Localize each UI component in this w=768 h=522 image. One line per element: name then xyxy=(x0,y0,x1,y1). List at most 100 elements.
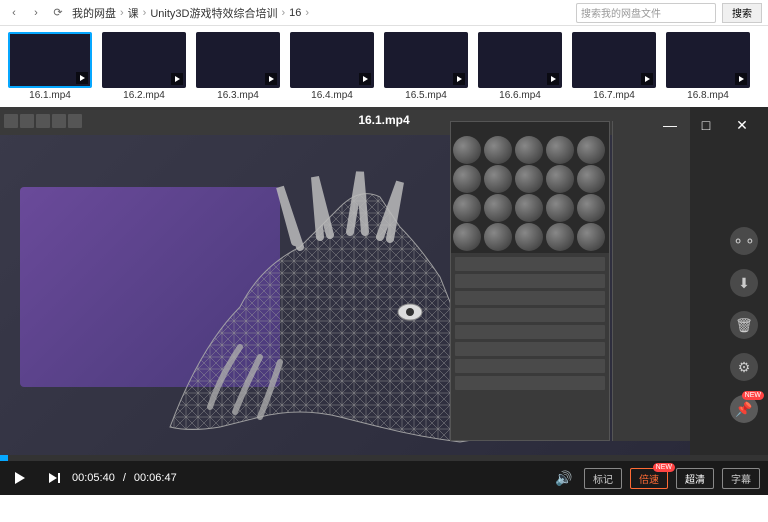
material-slot xyxy=(515,194,543,222)
play-icon xyxy=(171,73,183,85)
video-title: 16.1.mp4 xyxy=(358,113,409,127)
volume-button[interactable]: 🔊 xyxy=(552,466,576,490)
search-input[interactable]: 搜索我的网盘文件 xyxy=(576,3,716,23)
thumb-label: 16.5.mp4 xyxy=(405,90,447,101)
toolbar-icon xyxy=(52,114,66,128)
thumbnail-4[interactable]: 16.4.mp4 xyxy=(288,32,376,101)
time-sep: / xyxy=(123,472,126,484)
thumbnail-row: 16.1.mp4 16.2.mp4 16.3.mp4 16.4.mp4 16.5.mp4… xyxy=(0,26,768,107)
subtitle-button[interactable]: 字幕 xyxy=(722,468,760,489)
minimize-button[interactable]: — xyxy=(660,115,680,135)
refresh-button[interactable]: ⟳ xyxy=(50,5,66,21)
material-editor-panel xyxy=(450,121,610,441)
param-row xyxy=(455,359,605,373)
play-icon xyxy=(359,73,371,85)
thumb-label: 16.3.mp4 xyxy=(217,90,259,101)
material-slot xyxy=(484,194,512,222)
breadcrumb: 我的网盘 › 课 › Unity3D游戏特效综合培训 › 16 › xyxy=(72,5,570,21)
thumb-image xyxy=(384,32,468,88)
thumb-image xyxy=(102,32,186,88)
material-slot xyxy=(577,194,605,222)
back-button[interactable]: ‹ xyxy=(6,5,22,21)
crumb-3[interactable]: 16 xyxy=(289,7,301,19)
thumb-image xyxy=(478,32,562,88)
material-slot xyxy=(546,136,574,164)
quality-button[interactable]: 超清 xyxy=(676,468,714,489)
play-icon xyxy=(265,73,277,85)
speed-button[interactable]: 倍速NEW xyxy=(630,468,668,489)
thumb-label: 16.6.mp4 xyxy=(499,90,541,101)
thumb-label: 16.1.mp4 xyxy=(29,90,71,101)
material-slot xyxy=(546,223,574,251)
next-button[interactable] xyxy=(40,466,64,490)
material-slot xyxy=(515,136,543,164)
settings-button[interactable]: ⚙ xyxy=(730,353,758,381)
material-slot xyxy=(453,223,481,251)
close-button[interactable]: ✕ xyxy=(732,115,752,135)
material-slot xyxy=(453,136,481,164)
crumb-2[interactable]: Unity3D游戏特效综合培训 xyxy=(150,5,277,21)
play-icon xyxy=(76,72,88,84)
thumbnail-2[interactable]: 16.2.mp4 xyxy=(100,32,188,101)
thumb-label: 16.2.mp4 xyxy=(123,90,165,101)
play-icon xyxy=(547,73,559,85)
material-slot xyxy=(515,223,543,251)
thumb-label: 16.7.mp4 xyxy=(593,90,635,101)
material-slot xyxy=(546,165,574,193)
new-badge: NEW xyxy=(653,463,675,472)
material-slot xyxy=(484,223,512,251)
material-slot xyxy=(577,136,605,164)
material-slot xyxy=(453,194,481,222)
thumb-label: 16.8.mp4 xyxy=(687,90,729,101)
thumb-label: 16.4.mp4 xyxy=(311,90,353,101)
play-icon xyxy=(641,73,653,85)
crumb-1[interactable]: 课 xyxy=(128,5,139,21)
thumbnail-3[interactable]: 16.3.mp4 xyxy=(194,32,282,101)
param-row xyxy=(455,308,605,322)
thumbnail-8[interactable]: 16.8.mp4 xyxy=(664,32,752,101)
forward-button[interactable]: › xyxy=(28,5,44,21)
search-button[interactable]: 搜索 xyxy=(722,3,762,23)
material-slot xyxy=(484,165,512,193)
thumbnail-6[interactable]: 16.6.mp4 xyxy=(476,32,564,101)
toolbar-icon xyxy=(20,114,34,128)
modify-panel xyxy=(612,121,690,441)
play-icon xyxy=(735,73,747,85)
video-player: 16.1.mp4 — □ ✕ ⚬⚬ ⬇ 🗑 ⚙ 📌NEW 00:05:40 / … xyxy=(0,107,768,495)
material-slot xyxy=(453,165,481,193)
toolbar-icon xyxy=(36,114,50,128)
delete-button[interactable]: 🗑 xyxy=(730,311,758,339)
param-row xyxy=(455,342,605,356)
window-controls: — □ ✕ xyxy=(660,115,752,135)
toolbar-icon xyxy=(4,114,18,128)
maximize-button[interactable]: □ xyxy=(696,115,716,135)
param-row xyxy=(455,274,605,288)
thumbnail-1[interactable]: 16.1.mp4 xyxy=(6,32,94,101)
3d-viewport xyxy=(20,147,500,447)
thumb-image xyxy=(666,32,750,88)
material-slots xyxy=(451,122,609,253)
material-slot xyxy=(484,136,512,164)
thumb-image xyxy=(8,32,92,88)
share-button[interactable]: ⚬⚬ xyxy=(730,227,758,255)
header-bar: ‹ › ⟳ 我的网盘 › 课 › Unity3D游戏特效综合培训 › 16 › … xyxy=(0,0,768,26)
pin-button[interactable]: 📌NEW xyxy=(730,395,758,423)
thumb-image xyxy=(290,32,374,88)
crumb-root[interactable]: 我的网盘 xyxy=(72,5,116,21)
play-icon xyxy=(453,73,465,85)
material-slot xyxy=(577,223,605,251)
param-row xyxy=(455,325,605,339)
video-viewport[interactable] xyxy=(0,107,690,477)
download-button[interactable]: ⬇ xyxy=(730,269,758,297)
material-slot xyxy=(546,194,574,222)
play-button[interactable] xyxy=(8,466,32,490)
thumbnail-7[interactable]: 16.7.mp4 xyxy=(570,32,658,101)
material-params xyxy=(451,253,609,394)
thumb-image xyxy=(572,32,656,88)
param-row xyxy=(455,257,605,271)
thumbnail-5[interactable]: 16.5.mp4 xyxy=(382,32,470,101)
thumb-image xyxy=(196,32,280,88)
mark-button[interactable]: 标记 xyxy=(584,468,622,489)
dragon-mesh xyxy=(120,147,500,447)
new-badge: NEW xyxy=(742,391,764,400)
